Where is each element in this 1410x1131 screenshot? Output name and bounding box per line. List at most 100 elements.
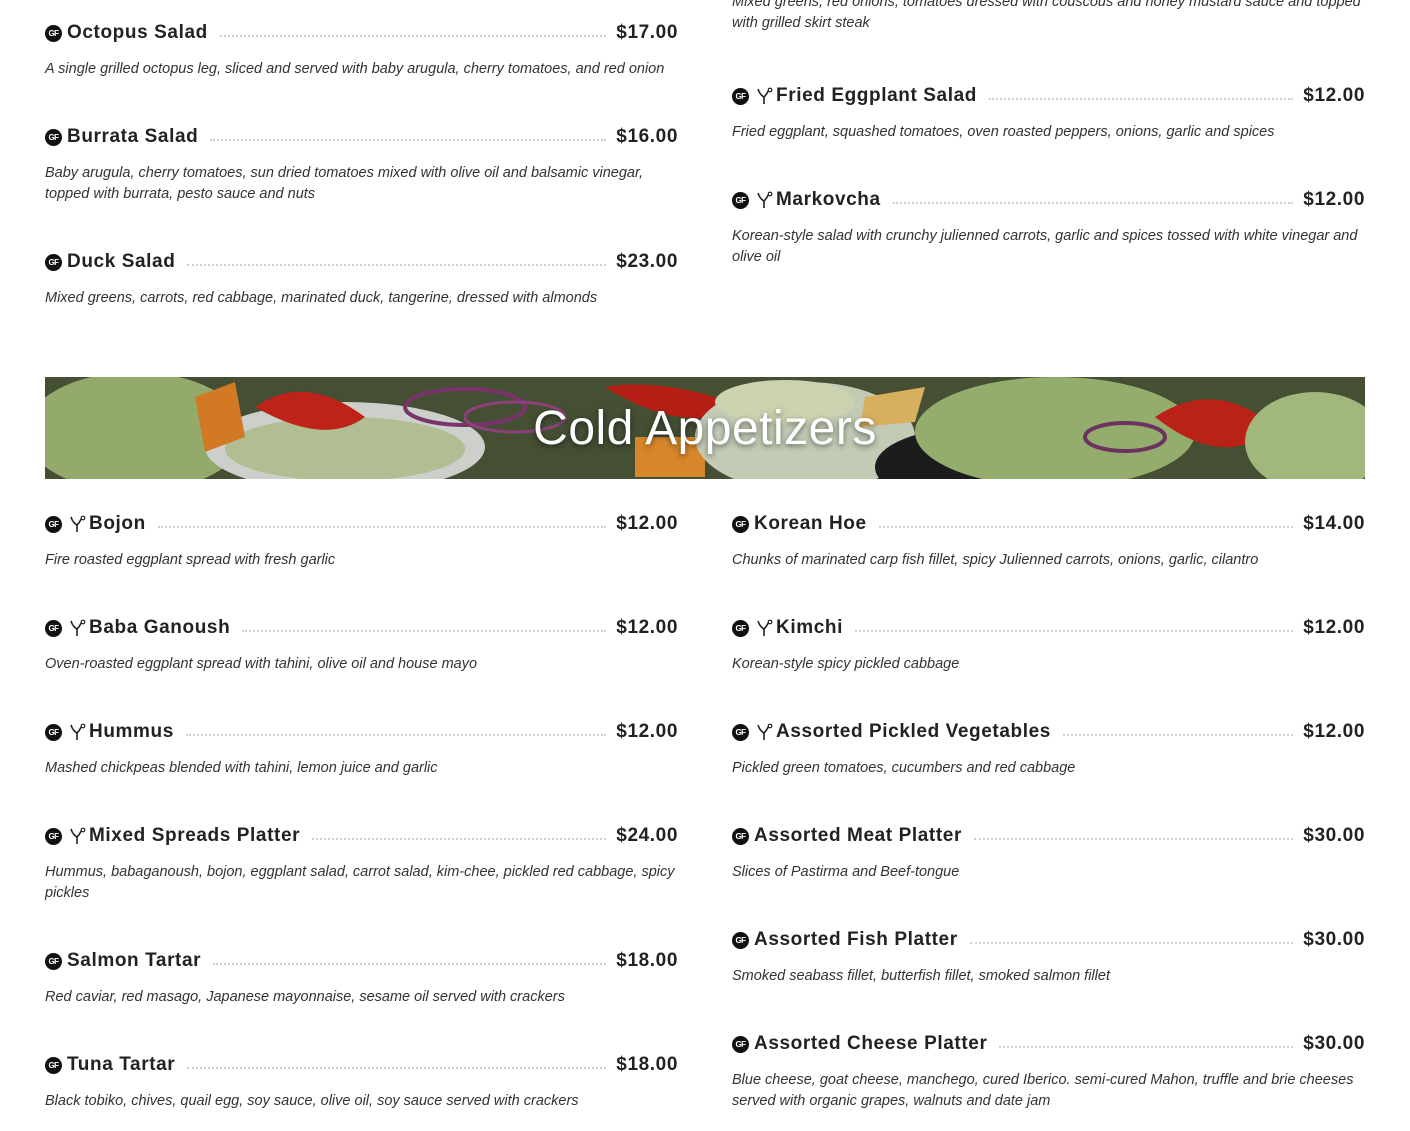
menu-item-header: GF Bojon $12.00 xyxy=(45,511,678,537)
menu-item-name: Tuna Tartar xyxy=(67,1054,176,1075)
menu-item-description: Mixed greens, carrots, red cabbage, mari… xyxy=(45,290,598,306)
menu-item-price: $30.00 xyxy=(1303,825,1365,846)
gluten-free-icon: GF xyxy=(45,827,62,845)
gluten-free-icon: GF xyxy=(45,24,62,42)
gluten-free-icon: GF xyxy=(732,515,749,533)
gluten-free-icon: GF xyxy=(45,1056,62,1074)
menu-item-name: Korean Hoe xyxy=(754,513,867,534)
menu-item-header: GF Burrata Salad $16.00 xyxy=(45,124,678,150)
menu-item-price: $24.00 xyxy=(616,825,678,846)
menu-item-price: $12.00 xyxy=(616,721,678,742)
item-description: Mixed greens, red onions, tomatoes dress… xyxy=(732,0,1361,31)
menu-item-price: $30.00 xyxy=(1303,1033,1365,1054)
gluten-free-icon: GF xyxy=(45,952,62,970)
menu-item-description: Korean-style spicy pickled cabbage xyxy=(732,656,960,672)
gluten-free-icon: GF xyxy=(732,191,749,209)
dotted-leader xyxy=(969,942,1294,944)
menu-item-description: Pickled green tomatoes, cucumbers and re… xyxy=(732,760,1076,776)
menu-item-header: GF Tuna Tartar $18.00 xyxy=(45,1052,678,1078)
menu-item-header: GF Korean Hoe $14.00 xyxy=(732,511,1365,537)
vegan-sprout-icon xyxy=(67,826,87,846)
menu-item: GF Hummus $12.00 Mashed chickpeas blended w… xyxy=(45,719,678,779)
gluten-free-icon: GF xyxy=(732,1035,749,1053)
dotted-leader xyxy=(187,1067,607,1069)
menu-item-header: GF Assorted Pickled Vegetables $12.00 xyxy=(732,719,1365,745)
menu-item-price: $12.00 xyxy=(1303,189,1365,210)
menu-item-description: Mashed chickpeas blended with tahini, le… xyxy=(45,760,438,776)
menu-item-price: $14.00 xyxy=(1303,513,1365,534)
menu-item-name: Fried Eggplant Salad xyxy=(776,85,977,106)
vegan-sprout-icon xyxy=(67,722,87,742)
menu-item-price: $30.00 xyxy=(1303,929,1365,950)
gluten-free-icon: GF xyxy=(732,723,749,741)
dotted-leader xyxy=(999,1046,1294,1048)
vegan-sprout-icon xyxy=(754,618,774,638)
menu-item-name: Kimchi xyxy=(776,617,843,638)
menu-item-description: Oven-roasted eggplant spread with tahini… xyxy=(45,656,478,672)
menu-item: GF Duck Salad $23.00 Mixed greens, carrots,… xyxy=(45,249,678,309)
menu-item-header: GF Octopus Salad $17.00 xyxy=(45,20,678,46)
gluten-free-icon: GF xyxy=(732,827,749,845)
menu-item-description: Baby arugula, cherry tomatoes, sun dried… xyxy=(45,165,644,202)
section-banner: Cold Appetizers xyxy=(45,377,1365,479)
dotted-leader xyxy=(219,35,607,37)
gluten-free-icon: GF xyxy=(732,619,749,637)
dotted-leader xyxy=(213,963,607,965)
menu-item: GF Mixed Spreads Platter $24.00 Hummus, bab… xyxy=(45,823,678,904)
dotted-leader xyxy=(892,202,1294,204)
menu-item-name: Octopus Salad xyxy=(67,22,208,43)
menu-item-header: GF Assorted Meat Platter $30.00 xyxy=(732,823,1365,849)
menu-item: GF Korean Hoe $14.00 Chunks of marinated ca… xyxy=(732,511,1365,571)
menu-item-header: GF Kimchi $12.00 xyxy=(732,615,1365,641)
menu-item-price: $23.00 xyxy=(616,251,678,272)
menu-item-price: $16.00 xyxy=(616,126,678,147)
menu-item-name: Mixed Spreads Platter xyxy=(89,825,301,846)
menu-item-price: $12.00 xyxy=(1303,617,1365,638)
menu-item-header: GF Assorted Cheese Platter $30.00 xyxy=(732,1031,1365,1057)
menu-item: GF Assorted Cheese Platter $30.00 Blue chee… xyxy=(732,1031,1365,1112)
menu-item-description: A single grilled octopus leg, sliced and… xyxy=(45,61,665,77)
dotted-leader xyxy=(878,526,1294,528)
vegan-sprout-icon xyxy=(67,514,87,534)
menu-item-name: Assorted Pickled Vegetables xyxy=(776,721,1051,742)
menu-item-header: GF Hummus $12.00 xyxy=(45,719,678,745)
menu-item-description: Red caviar, red masago, Japanese mayonna… xyxy=(45,989,565,1005)
menu-item: GF Bojon $12.00 Fire roasted eggplant sprea… xyxy=(45,511,678,571)
menu-item: GF Burrata Salad $16.00 Baby arugula, cherr… xyxy=(45,124,678,205)
menu-item: GF Salmon Tartar $18.00 Red caviar, red mas… xyxy=(45,948,678,1008)
menu-item-price: $12.00 xyxy=(616,617,678,638)
menu-item-name: Duck Salad xyxy=(67,251,176,272)
menu-item: GF Assorted Meat Platter $30.00 Slices of P… xyxy=(732,823,1365,883)
menu-item-name: Baba Ganoush xyxy=(89,617,231,638)
menu-item-header: GF Salmon Tartar $18.00 xyxy=(45,948,678,974)
menu-item-name: Bojon xyxy=(89,513,146,534)
menu-item-header: GF Markovcha $12.00 xyxy=(732,187,1365,213)
gluten-free-icon: GF xyxy=(45,619,62,637)
gluten-free-icon: GF xyxy=(732,87,749,105)
menu-item-name: Assorted Fish Platter xyxy=(754,929,958,950)
menu-item-price: $18.00 xyxy=(616,1054,678,1075)
menu-item-name: Hummus xyxy=(89,721,174,742)
menu-item-header: GF Mixed Spreads Platter $24.00 xyxy=(45,823,678,849)
menu-item-description: Chunks of marinated carp fish fillet, sp… xyxy=(732,552,1259,568)
dotted-leader xyxy=(988,98,1294,100)
vegan-sprout-icon xyxy=(67,618,87,638)
menu-item-description: Slices of Pastirma and Beef-tongue xyxy=(732,864,960,880)
section-title: Cold Appetizers xyxy=(533,401,877,455)
gluten-free-icon: GF xyxy=(732,931,749,949)
menu-item-header: GF Baba Ganoush $12.00 xyxy=(45,615,678,641)
menu-item-description: Black tobiko, chives, quail egg, soy sau… xyxy=(45,1093,579,1109)
menu-item: GF Octopus Salad $17.00 A single grilled oc… xyxy=(45,20,678,80)
menu-item: GF Kimchi $12.00 Korean-style spicy pickled… xyxy=(732,615,1365,675)
menu-item-description: Fire roasted eggplant spread with fresh … xyxy=(45,552,336,568)
dotted-leader xyxy=(210,139,607,141)
vegan-sprout-icon xyxy=(754,722,774,742)
menu-item-name: Markovcha xyxy=(776,189,881,210)
gluten-free-icon: GF xyxy=(45,253,62,271)
menu-item-price: $12.00 xyxy=(616,513,678,534)
dotted-leader xyxy=(854,630,1294,632)
dotted-leader xyxy=(973,838,1294,840)
dotted-leader xyxy=(185,734,607,736)
menu-item: GF Baba Ganoush $12.00 Oven-roasted eggplan… xyxy=(45,615,678,675)
menu-item-header: GF Fried Eggplant Salad $12.00 xyxy=(732,83,1365,109)
